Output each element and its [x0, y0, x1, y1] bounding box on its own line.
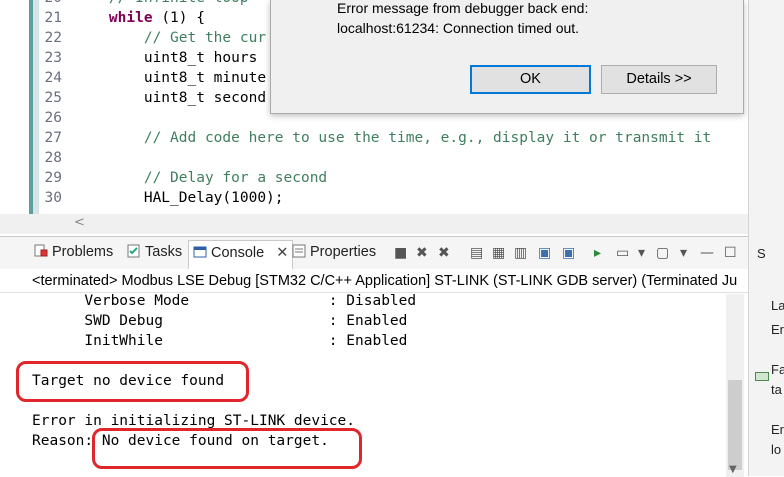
open-console-icon[interactable]: ▢ [656, 245, 669, 261]
dialog-message-line1: Error message from debugger back end: [337, 0, 589, 16]
close-console-tab-icon[interactable]: ✕ [276, 245, 288, 261]
show-console-on-output-icon[interactable]: ▣ [538, 245, 551, 261]
error-dialog: Error message from debugger back end: lo… [270, 0, 744, 114]
code-line[interactable]: uint8_t second [74, 90, 266, 106]
code-token: uint8_t second [74, 90, 267, 106]
line-number: 23 [44, 50, 62, 66]
details-button[interactable]: Details >> [601, 65, 717, 94]
code-line[interactable]: uint8_t minute [74, 70, 266, 86]
line-number: 30 [44, 190, 62, 206]
remove-launch-icon[interactable]: ✖ [416, 245, 428, 261]
line-number: 24 [44, 70, 62, 86]
code-token: // Get the cur [74, 30, 267, 46]
right-panel-item: Er [771, 322, 784, 337]
progress-icon [755, 372, 769, 381]
code-token: while [74, 10, 162, 26]
right-panel-item: La [771, 298, 784, 313]
console-line: SWD Debug : Enabled [32, 313, 408, 329]
ok-button[interactable]: OK [470, 65, 591, 94]
code-token: uint8_t minute [74, 70, 267, 86]
maximize-view-icon[interactable]: ☐ [724, 245, 737, 261]
line-number: 27 [44, 130, 62, 146]
code-line[interactable]: uint8_t hours [74, 50, 258, 66]
code-line[interactable]: // Infinite loop [74, 0, 249, 6]
right-panel-item: Er [771, 422, 784, 437]
console-vertical-scrollbar[interactable]: ▼ [726, 294, 744, 477]
console-icon [193, 246, 207, 258]
dialog-message-line2: localhost:61234: Connection timed out. [337, 20, 580, 36]
line-number: 29 [44, 170, 62, 186]
code-line[interactable]: while (1) { [74, 10, 205, 26]
scrollbar-thumb[interactable] [728, 380, 742, 470]
console-line: Verbose Mode : Disabled [32, 293, 417, 309]
view-tab-bar: Problems Tasks Console ✕ Properties ■ ✖ … [0, 237, 748, 269]
tab-problems[interactable]: Problems [34, 244, 113, 260]
tasks-icon [127, 244, 140, 258]
code-line[interactable]: // Add code here to use the time, e.g., … [74, 130, 711, 146]
properties-icon [292, 244, 306, 258]
pin-console-icon[interactable]: ▸ [594, 245, 601, 261]
code-token: HAL_Delay(1000); [74, 190, 284, 206]
console-line: InitWhile : Enabled [32, 333, 408, 349]
minimize-view-icon[interactable]: — [700, 245, 714, 261]
annotation-circle-target [16, 361, 249, 402]
line-number: 25 [44, 90, 62, 106]
remove-all-terminated-icon[interactable]: ✖ [438, 245, 450, 261]
console-process-label: <terminated> Modbus LSE Debug [STM32 C/C… [0, 269, 748, 293]
line-number: 28 [44, 150, 62, 166]
code-token: // Add code here to use the time, e.g., … [74, 130, 712, 146]
tab-tasks-label: Tasks [145, 244, 183, 260]
tab-properties[interactable]: Properties [292, 244, 376, 260]
code-line[interactable]: HAL_Delay(1000); [74, 190, 284, 206]
scroll-down-arrow-icon[interactable]: ▼ [729, 464, 737, 475]
problems-icon [34, 244, 48, 257]
code-line[interactable]: // Delay for a second [74, 170, 327, 186]
word-wrap-icon[interactable]: ▥ [514, 245, 527, 261]
display-selected-console-icon[interactable]: ▭ [616, 245, 629, 261]
line-number: 21 [44, 10, 62, 26]
right-panel-item: ta [771, 382, 782, 397]
chevron-down-icon[interactable]: ▾ [638, 245, 645, 261]
scroll-left-arrow-icon[interactable]: < [74, 215, 85, 230]
tab-console[interactable]: Console ✕ [188, 240, 294, 269]
line-number: 22 [44, 30, 62, 46]
line-number: 26 [44, 110, 62, 126]
console-line: Error in initializing ST-LINK device. [32, 413, 356, 429]
show-console-on-error-icon[interactable]: ▣ [562, 245, 575, 261]
code-token: // Delay for a second [74, 170, 328, 186]
scroll-lock-icon[interactable]: ▦ [492, 245, 505, 261]
code-token: (1) { [161, 10, 205, 26]
editor-horizontal-scrollbar[interactable]: < [0, 214, 748, 234]
tab-properties-label: Properties [310, 244, 377, 260]
annotation-circle-reason [92, 428, 362, 469]
chevron-down-icon[interactable]: ▾ [680, 245, 687, 261]
code-token: // Infinite loop [74, 0, 249, 6]
right-panel-item: Fa [771, 362, 784, 377]
code-token: uint8_t hours [74, 50, 258, 66]
tab-problems-label: Problems [52, 244, 114, 260]
clear-console-icon[interactable]: ▤ [470, 245, 483, 261]
terminate-icon[interactable]: ■ [394, 245, 407, 261]
tab-console-label: Console [211, 245, 265, 261]
right-panel-item: lo [771, 442, 782, 457]
right-side-panel: S La Er Fa ta Er lo [748, 0, 784, 476]
tab-tasks[interactable]: Tasks [127, 244, 182, 260]
line-number: 20 [0, 0, 62, 6]
code-line[interactable]: // Get the cur [74, 30, 266, 46]
right-panel-tab-label[interactable]: S [757, 246, 766, 261]
